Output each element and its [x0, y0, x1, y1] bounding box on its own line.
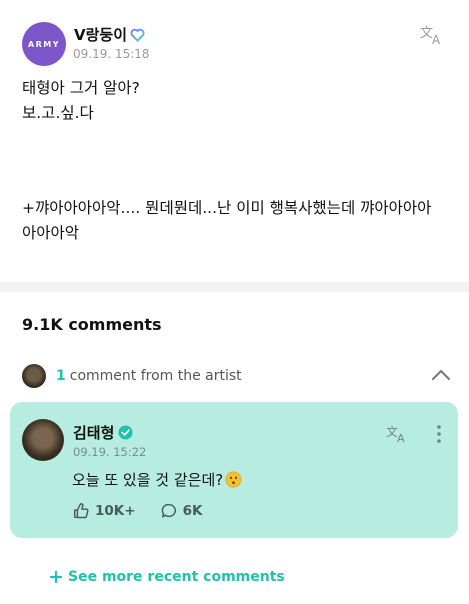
- comments-count: 9.1K comments: [22, 315, 162, 334]
- post-extra-line-2: 아아아악: [22, 224, 80, 242]
- like-icon: [73, 503, 89, 519]
- comment-actions: 10K+ 6K: [72, 502, 226, 520]
- section-divider: [0, 282, 469, 292]
- post-time: 09.19. 15:18: [73, 47, 150, 61]
- reply-button[interactable]: 6K: [160, 502, 203, 520]
- artist-avatar-small: [22, 364, 46, 388]
- svg-text:A: A: [432, 33, 441, 46]
- artist-avatar[interactable]: [22, 419, 64, 461]
- post-text: 태형아 그거 알아? 보.고.싶.다: [22, 79, 140, 122]
- post-body: 태형아 그거 알아? 보.고.싶.다: [22, 76, 452, 126]
- see-more-label: See more recent comments: [68, 569, 285, 585]
- see-more-comments-button[interactable]: See more recent comments: [50, 569, 285, 585]
- author-avatar[interactable]: ARMY: [22, 22, 66, 66]
- more-options-icon[interactable]: [434, 424, 444, 444]
- artist-comment-text: comment from the artist: [69, 368, 242, 384]
- artist-comment-card: 김태형 09.19. 15:22 오늘 또 있을 것 같은데? 文 A 10K+: [10, 402, 458, 538]
- translate-icon[interactable]: 文 A: [420, 24, 446, 46]
- artist-comment-bar[interactable]: 1 comment from the artist: [22, 362, 452, 390]
- artist-name-row[interactable]: 김태형: [73, 422, 133, 443]
- svg-text:A: A: [397, 432, 405, 444]
- author-name-row[interactable]: V랑둥이: [74, 24, 145, 45]
- artist-comment-text-row: 오늘 또 있을 것 같은데?: [72, 469, 242, 490]
- artist-comment-count: 1: [56, 368, 66, 384]
- post-header: ARMY V랑둥이 09.19. 15:18 文 A: [22, 22, 452, 66]
- kissing-face-icon: [225, 471, 242, 488]
- comment-bubble-icon: [161, 503, 176, 518]
- reply-count: 6K: [182, 503, 203, 519]
- artist-name[interactable]: 김태형: [73, 422, 114, 443]
- author-name[interactable]: V랑둥이: [74, 24, 127, 45]
- artist-comment-time: 09.19. 15:22: [73, 445, 147, 459]
- plus-icon: [50, 571, 62, 583]
- like-count: 10K+: [95, 503, 136, 519]
- verified-icon: [118, 425, 133, 440]
- artist-comment-body: 오늘 또 있을 것 같은데?: [72, 471, 224, 489]
- heart-badge-icon: [130, 28, 145, 42]
- post-extra: +꺄아아아아악.... 뭔데뭔데...난 이미 행복사했는데 꺄아아아아 아아아…: [22, 196, 462, 246]
- post-extra-line-1: +꺄아아아아악.... 뭔데뭔데...난 이미 행복사했는데 꺄아아아아: [22, 199, 432, 217]
- artist-comment-label: 1 comment from the artist: [56, 368, 242, 384]
- like-button[interactable]: 10K+: [72, 502, 136, 520]
- translate-icon[interactable]: 文 A: [386, 424, 410, 444]
- chevron-up-icon[interactable]: [430, 366, 452, 384]
